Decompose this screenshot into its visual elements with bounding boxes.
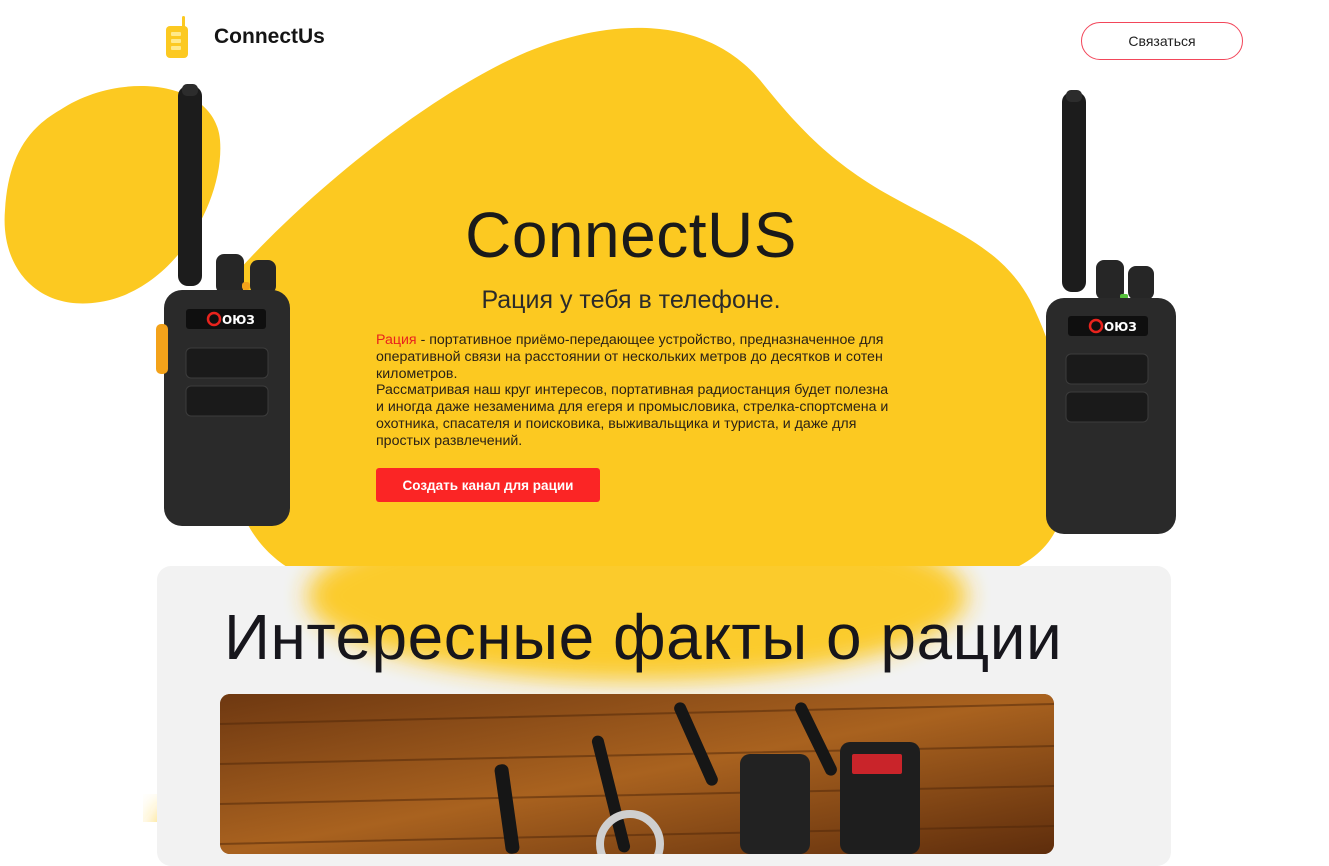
facts-title: Интересные факты о рации — [224, 601, 1063, 673]
logo-text: ConnectUs — [214, 25, 325, 48]
contact-button[interactable]: Связаться — [1081, 22, 1243, 60]
description-paragraph-2: Рассматривая наш круг интересов, портати… — [376, 382, 889, 449]
hero-subtitle: Рация у тебя в телефоне. — [481, 286, 781, 314]
hero-title: ConnectUS — [465, 199, 797, 271]
walkie-talkie-icon — [166, 16, 188, 58]
radios-photo — [220, 694, 1054, 854]
hero-description: Рация - портативное приёмо-передающее ус… — [376, 332, 896, 450]
description-paragraph-1: - портативное приёмо-передающее устройст… — [376, 332, 884, 382]
logo[interactable]: ConnectUs — [160, 14, 325, 60]
create-channel-button[interactable]: Создать канал для рации — [376, 468, 600, 502]
svg-text:ОЮЗ: ОЮЗ — [1104, 320, 1137, 334]
svg-text:ОЮЗ: ОЮЗ — [222, 313, 255, 327]
walkie-talkie-image-right: ОЮЗ — [1046, 90, 1176, 534]
description-highlight: Рация — [376, 332, 417, 348]
